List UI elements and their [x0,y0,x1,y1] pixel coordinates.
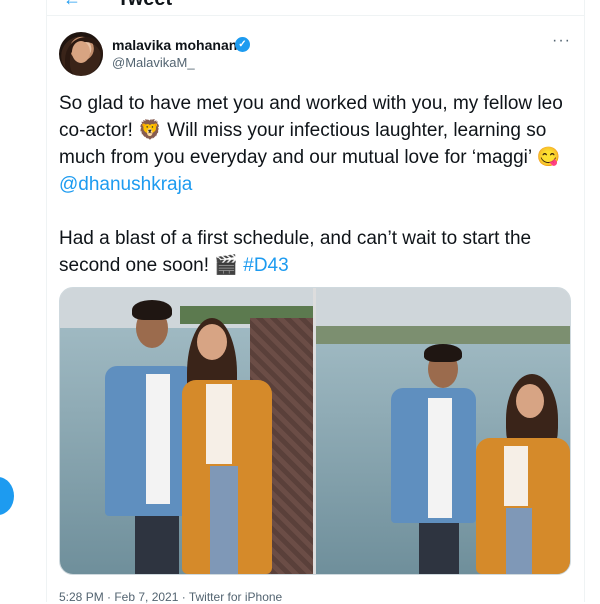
photo-left[interactable] [60,288,313,574]
author-display-name[interactable]: malavika mohanan [112,37,237,53]
back-arrow-icon[interactable]: ← [63,0,81,8]
more-options-icon[interactable]: ··· [552,33,571,49]
top-bar: ← Tweet [47,0,584,16]
tweet-timestamp[interactable]: 5:28 PM · Feb 7, 2021 · Twitter for iPho… [59,590,282,604]
tweet-text: So glad to have met you and worked with … [59,93,563,276]
verified-badge-icon: ✓ [235,37,250,52]
tweet-media[interactable] [59,287,571,575]
photo-right[interactable] [316,288,570,574]
mention-link[interactable]: @dhanushkraja [59,174,192,195]
yum-emoji-icon: 😋 [536,147,561,168]
lion-emoji-icon: 🦁 [138,120,162,141]
hashtag-link[interactable]: #D43 [238,255,288,276]
author-handle[interactable]: @MalavikaM_ [112,55,195,70]
page-title: Tweet [117,0,172,9]
clapper-emoji-icon: 🎬 [214,255,238,276]
avatar[interactable] [59,32,103,76]
